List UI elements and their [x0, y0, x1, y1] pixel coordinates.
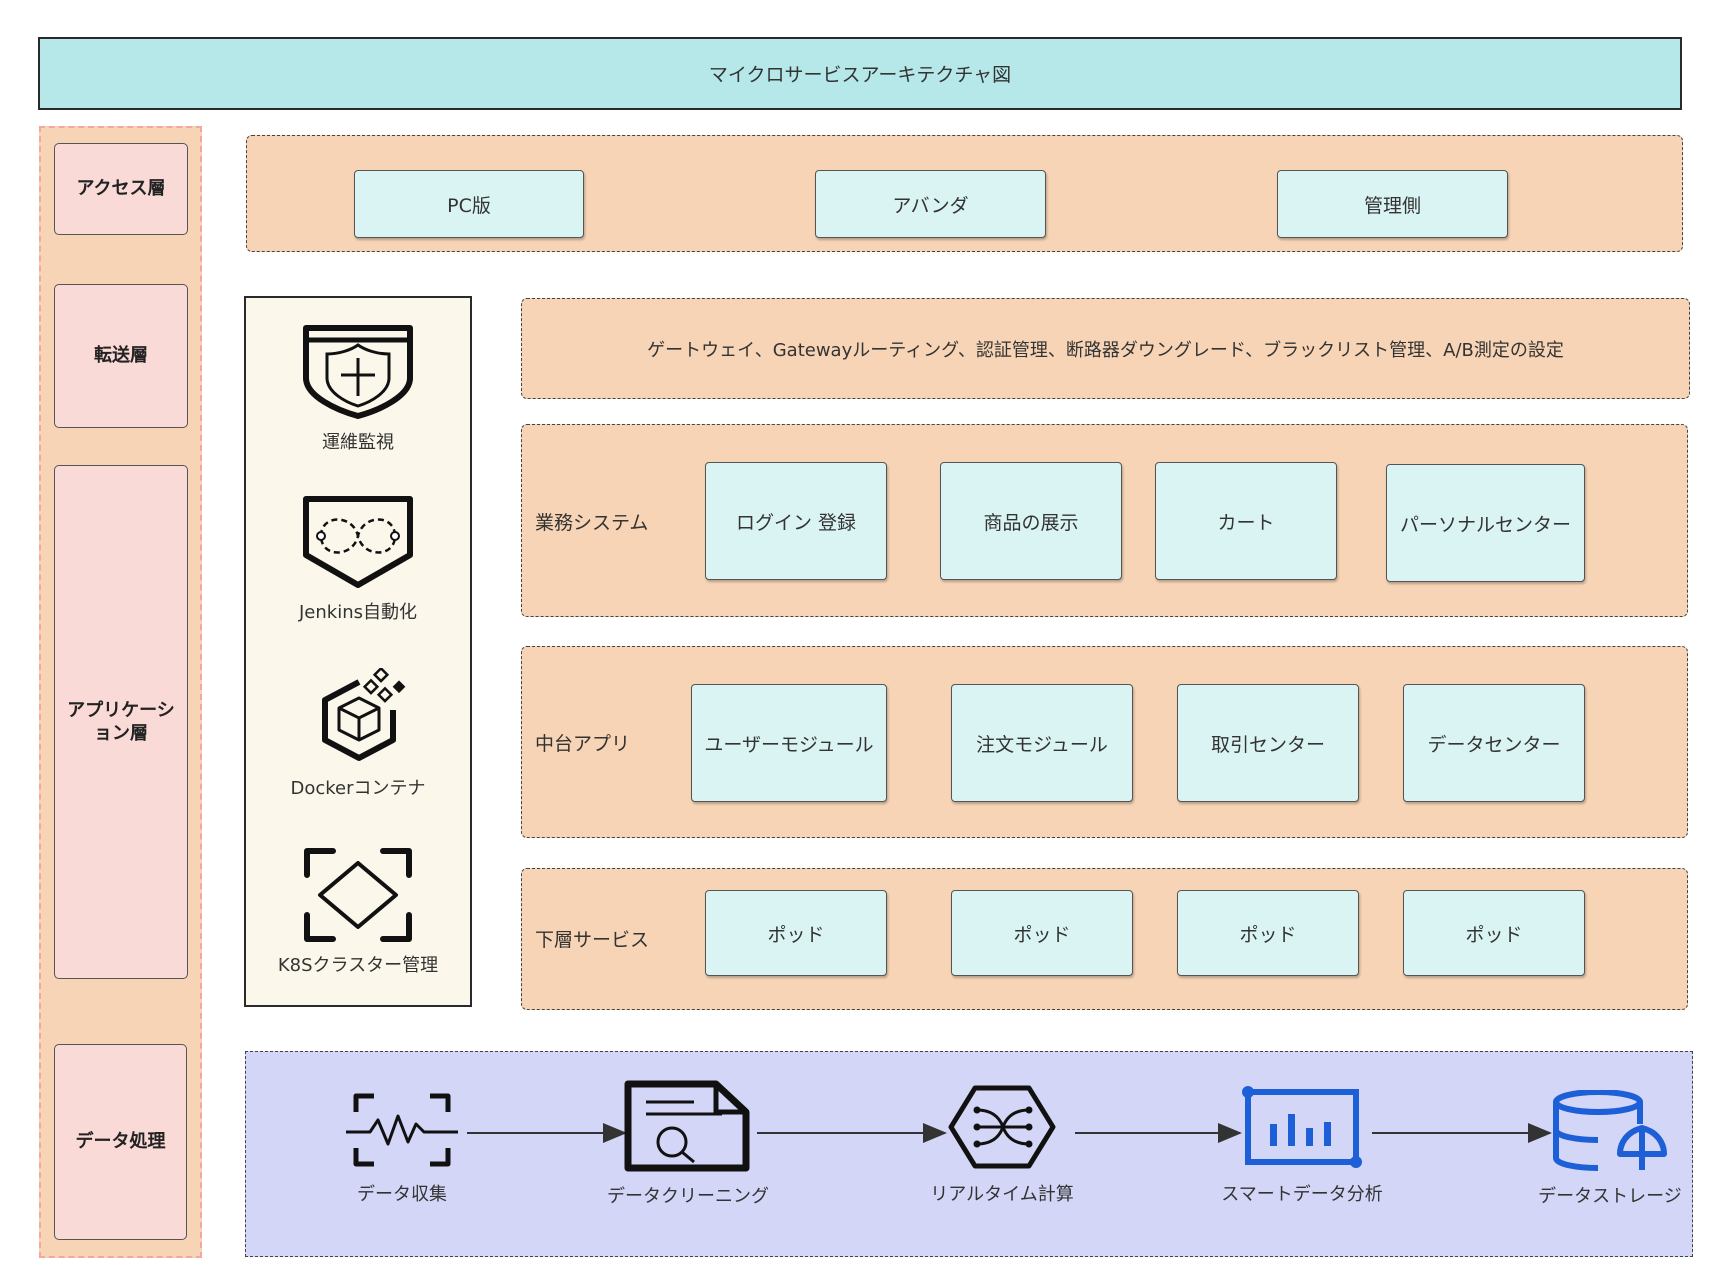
diamond-frame-icon	[301, 845, 415, 943]
middle-label: 中台アプリ	[535, 733, 631, 755]
client-avanda: アバンダ	[815, 170, 1046, 238]
flow-label: データクリーニング	[607, 1186, 769, 1207]
client-pc: PC版	[354, 170, 584, 238]
flow-analysis: スマートデータ分析	[1212, 1084, 1392, 1206]
ops-k8s: K8Sクラスター管理	[244, 845, 472, 977]
infinity-shield-icon	[301, 494, 415, 590]
middle-item: 取引センター	[1177, 684, 1359, 802]
lower-label: 下層サービス	[535, 929, 650, 951]
flow-realtime: リアルタイム計算	[917, 1084, 1087, 1206]
ops-label: K8Sクラスター管理	[277, 955, 439, 976]
hexagon-flow-icon	[947, 1084, 1057, 1170]
ops-label: Jenkins自動化	[298, 602, 417, 623]
ops-docker: Dockerコンテナ	[244, 668, 472, 800]
bar-chart-icon	[1240, 1084, 1364, 1170]
middle-item: データセンター	[1403, 684, 1585, 802]
pod-item: ポッド	[1177, 890, 1359, 976]
middle-item: ユーザーモジュール	[691, 684, 887, 802]
container-box-icon	[301, 668, 415, 766]
ops-monitoring: 運維監視	[244, 322, 472, 454]
gateway-panel: ゲートウェイ、Gatewayルーティング、認証管理、断路器ダウングレード、ブラッ…	[521, 298, 1690, 399]
ops-label: Dockerコンテナ	[290, 778, 426, 799]
business-label: 業務システム	[535, 512, 649, 534]
layer-application: アプリケーション層	[54, 465, 188, 979]
business-item: カート	[1155, 462, 1337, 580]
ops-jenkins: Jenkins自動化	[244, 494, 472, 624]
diagram-title: マイクロサービスアーキテクチャ図	[38, 37, 1682, 110]
pod-item: ポッド	[1403, 890, 1585, 976]
document-search-icon	[622, 1080, 754, 1172]
flow-label: リアルタイム計算	[930, 1184, 1074, 1205]
middle-item: 注文モジュール	[951, 684, 1133, 802]
database-icon	[1550, 1090, 1670, 1172]
flow-label: スマートデータ分析	[1221, 1184, 1383, 1205]
ops-label: 運維監視	[322, 432, 394, 453]
flow-label: データストレージ	[1538, 1186, 1682, 1207]
layer-transfer: 転送層	[54, 284, 188, 428]
client-admin: 管理側	[1277, 170, 1508, 238]
flow-label: データ収集	[357, 1184, 447, 1205]
layer-data: データ処理	[54, 1044, 187, 1240]
layer-access: アクセス層	[54, 143, 188, 235]
pod-item: ポッド	[951, 890, 1133, 976]
flow-collect: データ収集	[332, 1090, 472, 1206]
pod-item: ポッド	[705, 890, 887, 976]
flow-clean: データクリーニング	[593, 1080, 783, 1208]
business-item: パーソナルセンター	[1386, 464, 1585, 582]
flow-storage: データストレージ	[1535, 1090, 1685, 1208]
pulse-scan-icon	[344, 1090, 460, 1170]
shield-plus-icon	[301, 322, 415, 420]
business-item: ログイン 登録	[705, 462, 887, 580]
business-item: 商品の展示	[940, 462, 1122, 580]
